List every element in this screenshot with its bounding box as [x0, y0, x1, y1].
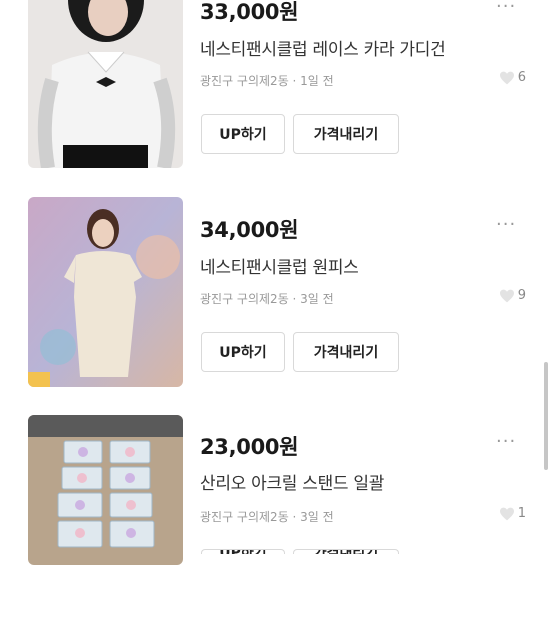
lower-price-button[interactable]: 가격내리기 — [293, 332, 399, 372]
item-location-time: 광진구 구의제2동 · 1일 전 — [200, 74, 334, 88]
up-button[interactable]: UP하기 — [201, 114, 285, 154]
up-button[interactable]: UP하기 — [201, 332, 285, 372]
more-options-icon[interactable]: ··· — [496, 431, 516, 452]
listing-item[interactable]: 33,000원 ··· 네스티팬시클럽 레이스 카라 가디건 광진구 구의제2동… — [0, 0, 554, 180]
item-price: 34,000원 — [200, 218, 299, 242]
item-price: 33,000원 — [200, 0, 299, 24]
like-count[interactable]: 9 — [499, 288, 526, 303]
lower-price-button[interactable]: 가격내리기 — [293, 114, 399, 154]
item-location-time: 광진구 구의제2동 · 3일 전 — [200, 510, 334, 524]
item-location-time: 광진구 구의제2동 · 3일 전 — [200, 292, 334, 306]
product-photo-dress — [28, 197, 183, 387]
item-title[interactable]: 네스티팬시클럽 원피스 — [200, 253, 359, 278]
product-image[interactable] — [28, 197, 183, 387]
up-button[interactable]: UP하기 — [201, 549, 285, 554]
like-count-value: 6 — [517, 70, 526, 85]
more-options-icon[interactable]: ··· — [496, 214, 516, 235]
more-options-icon[interactable]: ··· — [496, 0, 516, 17]
listing-item[interactable]: 23,000원 ··· 산리오 아크릴 스탠드 일괄 광진구 구의제2동 · 3… — [0, 415, 554, 625]
product-photo-cardigan — [28, 0, 183, 168]
listing-item[interactable]: 34,000원 ··· 네스티팬시클럽 원피스 광진구 구의제2동 · 3일 전… — [0, 197, 554, 407]
item-title[interactable]: 네스티팬시클럽 레이스 카라 가디건 — [200, 35, 446, 60]
heart-icon — [499, 289, 514, 302]
item-title[interactable]: 산리오 아크릴 스탠드 일괄 — [200, 469, 384, 494]
product-image[interactable] — [28, 415, 183, 565]
heart-icon — [499, 71, 514, 84]
product-image[interactable] — [28, 0, 183, 168]
like-count-value: 1 — [517, 506, 526, 521]
like-count-value: 9 — [517, 288, 526, 303]
heart-icon — [499, 507, 514, 520]
lower-price-button[interactable]: 가격내리기 — [293, 549, 399, 554]
like-count[interactable]: 1 — [499, 506, 526, 521]
item-price: 23,000원 — [200, 435, 299, 459]
product-photo-acrylic-stands — [28, 415, 183, 565]
like-count[interactable]: 6 — [499, 70, 526, 85]
scrollbar[interactable] — [544, 362, 548, 470]
